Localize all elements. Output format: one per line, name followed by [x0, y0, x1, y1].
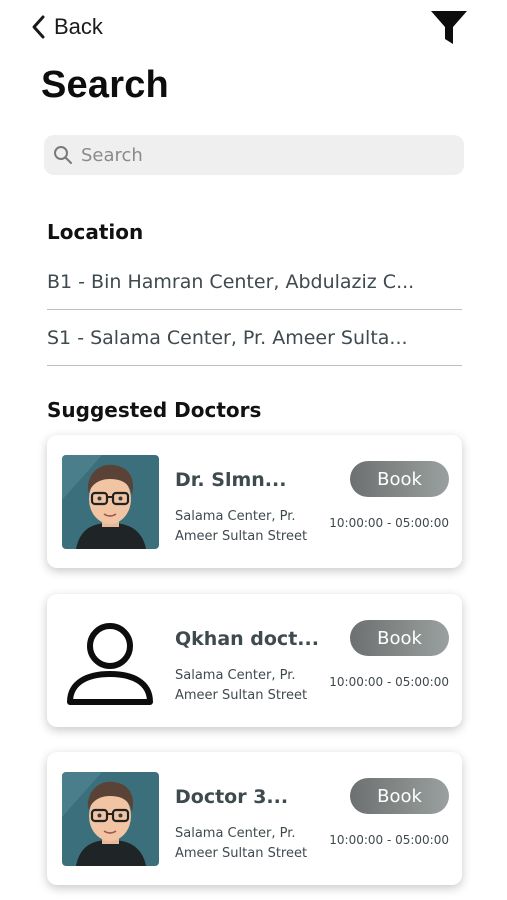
doctor-card[interactable]: Qkhan doct... Salama Center, Pr. Ameer S…: [47, 594, 462, 727]
back-label: Back: [54, 14, 103, 39]
doctor-avatar: [62, 772, 159, 866]
back-button[interactable]: Back: [30, 14, 103, 40]
doctor-name: Doctor 3...: [175, 786, 289, 808]
location-heading: Location: [47, 220, 144, 244]
doctor-avatar: [62, 455, 159, 549]
doctor-address-line: Ameer Sultan Street: [175, 529, 308, 544]
doctor-name: Dr. Slmn...: [175, 469, 287, 491]
doctor-address-line: Salama Center, Pr.: [175, 509, 296, 524]
doctor-name: Qkhan doct...: [175, 628, 319, 650]
doctor-address: Salama Center, Pr. Ameer Sultan Street: [175, 507, 325, 547]
top-bar: Back: [0, 0, 507, 60]
doctor-address-line: Salama Center, Pr.: [175, 668, 296, 683]
suggested-doctors-heading: Suggested Doctors: [47, 398, 262, 422]
doctor-hours: 10:00:00 - 05:00:00: [329, 833, 449, 847]
search-bar[interactable]: [44, 135, 464, 175]
filter-icon[interactable]: [429, 8, 469, 48]
doctor-address-line: Salama Center, Pr.: [175, 826, 296, 841]
doctor-card[interactable]: Doctor 3... Salama Center, Pr. Ameer Sul…: [47, 752, 462, 885]
doctor-hours: 10:00:00 - 05:00:00: [329, 516, 449, 530]
doctor-address: Salama Center, Pr. Ameer Sultan Street: [175, 824, 325, 864]
book-button[interactable]: Book: [350, 620, 449, 656]
location-item[interactable]: S1 - Salama Center, Pr. Ameer Sulta...: [47, 310, 462, 366]
book-button[interactable]: Book: [350, 461, 449, 497]
search-icon: [54, 146, 72, 164]
page-title: Search: [41, 64, 169, 106]
doctor-card[interactable]: Dr. Slmn... Salama Center, Pr. Ameer Sul…: [47, 435, 462, 568]
search-input[interactable]: [79, 143, 453, 167]
doctor-hours: 10:00:00 - 05:00:00: [329, 675, 449, 689]
book-button[interactable]: Book: [350, 778, 449, 814]
doctor-address-line: Ameer Sultan Street: [175, 846, 308, 861]
doctor-address: Salama Center, Pr. Ameer Sultan Street: [175, 666, 325, 706]
person-outline-icon: [62, 614, 159, 708]
location-item[interactable]: B1 - Bin Hamran Center, Abdulaziz C...: [47, 254, 462, 310]
chevron-left-icon: [32, 15, 45, 39]
doctor-address-line: Ameer Sultan Street: [175, 688, 308, 703]
